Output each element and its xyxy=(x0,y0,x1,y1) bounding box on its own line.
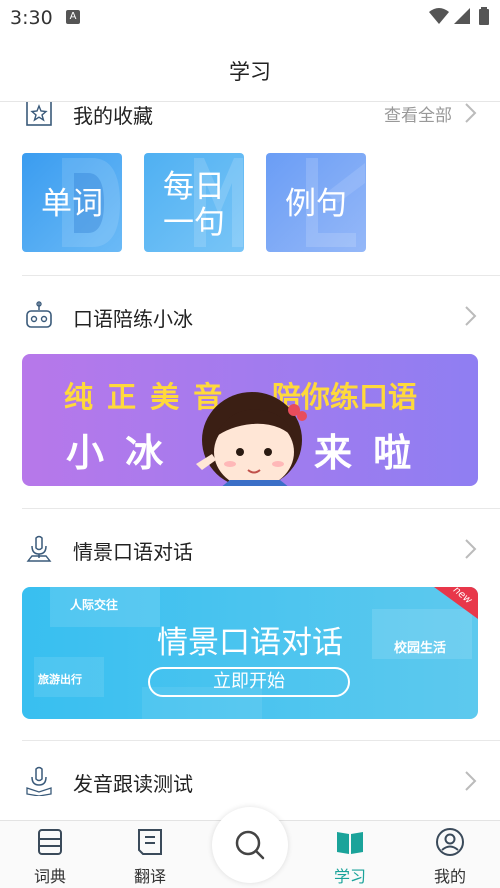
microphone-book-icon xyxy=(26,766,52,796)
profile-icon xyxy=(436,828,464,856)
nav-label: 我的 xyxy=(433,867,466,886)
star-bookmark-icon xyxy=(26,102,52,126)
nav-study[interactable]: 学习 xyxy=(310,821,390,888)
bottom-navigation: 词典 翻译 学习 我的 xyxy=(0,807,500,888)
divider xyxy=(22,275,500,276)
status-time: 3:30 xyxy=(10,7,53,29)
nav-label: 翻译 xyxy=(133,867,166,886)
tag-travel: 旅游出行 xyxy=(38,673,82,686)
microphone-icon xyxy=(26,535,52,562)
dictionary-icon xyxy=(38,829,62,855)
translate-icon xyxy=(138,829,162,855)
notification-icon: A xyxy=(66,10,80,24)
nav-label: 学习 xyxy=(333,867,366,886)
signal-icon xyxy=(454,8,470,24)
tag-social: 人际交往 xyxy=(70,598,119,612)
nav-profile[interactable]: 我的 xyxy=(410,821,490,888)
study-book-icon xyxy=(337,832,363,854)
main-content[interactable]: 我的收藏 查看全部 单词 每日 一句 例句 口语陪练小冰 纯 正 美 音 陪你练… xyxy=(0,102,500,820)
nav-label: 词典 xyxy=(33,867,66,886)
view-all-link[interactable]: 查看全部 xyxy=(384,102,452,126)
xiaobing-banner[interactable]: 纯 正 美 音 陪你练口语 小 冰 来 啦 xyxy=(22,354,478,486)
scenario-dialogue-title: 情景口语对话 xyxy=(73,540,193,564)
pronunciation-header[interactable]: 发音跟读测试 xyxy=(0,756,500,806)
battery-icon xyxy=(479,9,489,25)
chevron-right-icon[interactable] xyxy=(462,305,478,327)
card-label-words: 单词 xyxy=(41,186,103,222)
favorite-card-words[interactable]: 单词 xyxy=(22,153,122,252)
title-bar: 学习 xyxy=(0,36,500,102)
oral-practice-header[interactable]: 口语陪练小冰 xyxy=(0,291,500,341)
status-bar: 3:30 A xyxy=(0,0,500,36)
search-icon xyxy=(235,830,265,860)
scenario-dialogue-banner[interactable]: 人际交往 旅游出行 校园生活 new 情景口语对话 立即开始 xyxy=(22,587,478,719)
wifi-icon xyxy=(429,8,449,24)
status-icons xyxy=(428,6,494,32)
divider xyxy=(22,740,500,741)
favorites-header[interactable]: 我的收藏 查看全部 xyxy=(0,102,500,138)
oral-practice-title: 口语陪练小冰 xyxy=(73,307,193,331)
divider xyxy=(22,508,500,509)
chevron-right-icon[interactable] xyxy=(462,538,478,560)
page-title: 学习 xyxy=(229,60,271,84)
banner-title: 情景口语对话 xyxy=(157,625,343,661)
nav-translate[interactable]: 翻译 xyxy=(110,821,190,888)
robot-icon xyxy=(26,301,52,328)
card-label-examples: 例句 xyxy=(285,186,347,222)
card-label-daily: 每日 一句 xyxy=(163,169,225,241)
nav-dictionary[interactable]: 词典 xyxy=(10,821,90,888)
pronunciation-title: 发音跟读测试 xyxy=(73,772,193,796)
favorite-card-examples[interactable]: 例句 xyxy=(266,153,366,252)
xiaobing-avatar xyxy=(196,392,307,486)
favorite-card-daily-sentence[interactable]: 每日 一句 xyxy=(144,153,244,252)
start-now-button[interactable]: 立即开始 xyxy=(148,667,350,697)
chevron-right-icon[interactable] xyxy=(462,102,478,124)
banner-arrived: 来 啦 xyxy=(314,431,416,475)
chevron-right-icon[interactable] xyxy=(462,770,478,792)
favorites-title: 我的收藏 xyxy=(73,104,153,128)
scenario-dialogue-header[interactable]: 情景口语对话 xyxy=(0,524,500,574)
banner-name: 小 冰 xyxy=(66,431,168,475)
search-button[interactable] xyxy=(212,807,288,883)
